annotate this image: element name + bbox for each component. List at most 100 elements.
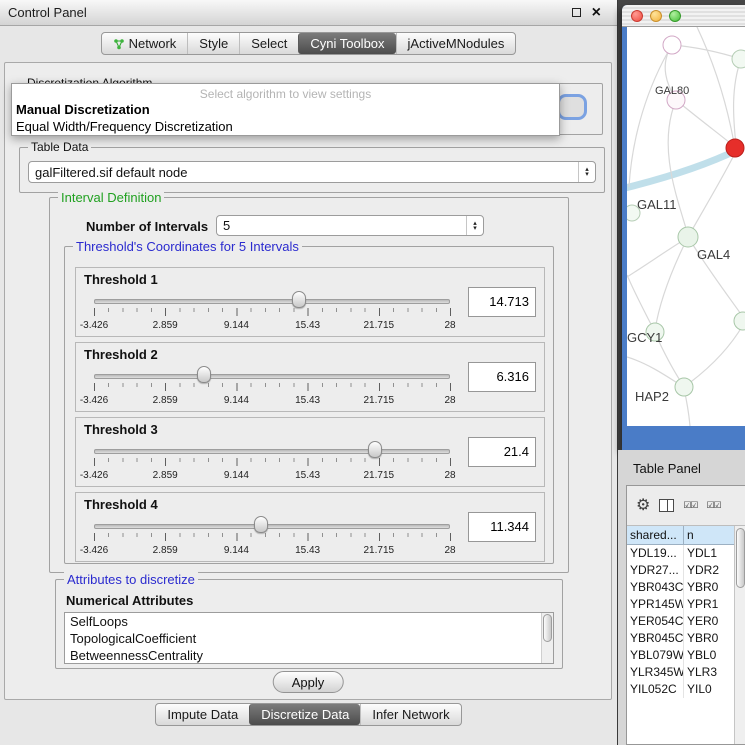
apply-button[interactable]: Apply (273, 671, 344, 693)
column-header-name[interactable]: n (684, 526, 734, 544)
gear-icon[interactable]: ⚙ (636, 498, 650, 514)
thresholds-group-title: Threshold's Coordinates for 5 Intervals (73, 239, 302, 254)
threshold-2-slider[interactable]: -3.4262.8599.14415.4321.71528 (94, 365, 450, 409)
selected-red-node (726, 139, 744, 157)
numerical-attributes-list[interactable]: SelfLoops TopologicalCoefficient Between… (64, 612, 554, 664)
threshold-1-value-field[interactable]: 14.713 (468, 287, 536, 317)
list-item-topologicalcoefficient[interactable]: TopologicalCoefficient (65, 630, 553, 647)
network-canvas[interactable]: GAL80 GAL11 GAL4 GCY1 HAP2 (627, 27, 745, 426)
tab-impute-data[interactable]: Impute Data (156, 704, 249, 725)
threshold-3-label: Threshold 3 (84, 422, 158, 437)
table-row[interactable]: YLR345WYLR3 (627, 664, 734, 681)
dropdown-option-equal-width-frequency[interactable]: Equal Width/Frequency Discretization (12, 118, 559, 135)
tab-network[interactable]: Network (102, 33, 188, 54)
combo-stepper-icon: ▴ ▾ (578, 162, 595, 182)
table-row[interactable]: YBR045CYBR0 (627, 630, 734, 647)
tab-select[interactable]: Select (239, 33, 298, 54)
table-toolbar: ⚙ ☑☑ ☑☑ (627, 486, 745, 526)
table-data-selected-value: galFiltered.sif default node (29, 165, 578, 180)
slider-track[interactable] (94, 374, 450, 379)
tab-style[interactable]: Style (187, 33, 239, 54)
numerical-attributes-label: Numerical Attributes (66, 593, 193, 608)
table-body: YDL19...YDL1 YDR27...YDR2 YBR043CYBR0 YP… (627, 545, 734, 744)
threshold-2-value-field[interactable]: 6.316 (468, 362, 536, 392)
number-of-intervals-select[interactable]: 5 ▴ ▾ (216, 215, 484, 236)
scrollbar-thumb[interactable] (736, 528, 745, 588)
table-row[interactable]: YDL19...YDL1 (627, 545, 734, 562)
table-row[interactable]: YIL052CYIL0 (627, 681, 734, 698)
table-vertical-scrollbar[interactable] (734, 526, 745, 744)
threshold-1-panel: Threshold 1 -3.4262.8599.14415.4321.7152… (75, 267, 545, 337)
close-traffic-light[interactable] (631, 10, 643, 22)
threshold-4-label: Threshold 4 (84, 497, 158, 512)
network-window-titlebar (622, 5, 745, 27)
tab-cyni-toolbox[interactable]: Cyni Toolbox (298, 33, 395, 54)
slider-track[interactable] (94, 299, 450, 304)
tab-infer-network[interactable]: Infer Network (360, 704, 460, 725)
interval-definition-group-title: Interval Definition (58, 190, 164, 205)
list-item-selfloops[interactable]: SelfLoops (65, 613, 553, 630)
window-title: Control Panel (0, 5, 572, 20)
control-panel-window: Control Panel × Network Style Select Cyn… (0, 0, 618, 745)
attributes-group: Attributes to discretize Numerical Attri… (55, 579, 563, 669)
threshold-2-label: Threshold 2 (84, 347, 158, 362)
dropdown-prompt: Select algorithm to view settings (12, 84, 559, 101)
slider-thumb[interactable] (368, 441, 382, 458)
slider-thumb[interactable] (254, 516, 268, 533)
algorithm-combo-focus-fragment[interactable] (557, 94, 587, 120)
table-row[interactable]: YBL079WYBL0 (627, 647, 734, 664)
threshold-1-label: Threshold 1 (84, 272, 158, 287)
slider-track[interactable] (94, 524, 450, 529)
tab-jactivemnodules[interactable]: jActiveMNodules (396, 33, 516, 54)
slider-major-ticks (94, 533, 452, 541)
slider-track[interactable] (94, 449, 450, 454)
slider-major-ticks (94, 458, 452, 466)
node-label-hap2: HAP2 (635, 389, 669, 404)
columns-icon[interactable] (659, 499, 674, 512)
table-data-group: Table Data galFiltered.sif default node … (19, 147, 605, 193)
select-all-checkboxes-icon[interactable]: ☑☑ (683, 500, 697, 511)
dropdown-option-manual-discretization[interactable]: Manual Discretization (12, 101, 559, 118)
top-tab-bar: Network Style Select Cyni Toolbox jActiv… (0, 32, 617, 55)
threshold-4-slider[interactable]: -3.4262.8599.14415.4321.71528 (94, 515, 450, 559)
close-window-button[interactable]: × (592, 5, 601, 21)
slider-major-ticks (94, 308, 452, 316)
threshold-1-slider[interactable]: -3.4262.8599.14415.4321.71528 (94, 290, 450, 334)
threshold-3-panel: Threshold 3 -3.4262.8599.14415.4321.7152… (75, 417, 545, 487)
slider-thumb[interactable] (197, 366, 211, 383)
column-header-shared-name[interactable]: shared... (627, 526, 684, 544)
threshold-4-panel: Threshold 4 -3.4262.8599.14415.4321.7152… (75, 492, 545, 562)
node-label-gal4: GAL4 (697, 247, 730, 262)
scrollbar-thumb[interactable] (543, 614, 552, 642)
table-row[interactable]: YDR27...YDR2 (627, 562, 734, 579)
threshold-4-value-field[interactable]: 11.344 (468, 512, 536, 542)
number-of-intervals-value: 5 (217, 218, 466, 233)
list-item-betweennesscentrality[interactable]: BetweennessCentrality (65, 647, 553, 664)
float-window-button[interactable] (572, 8, 581, 17)
table-data-group-title: Table Data (28, 140, 91, 154)
select-none-checkboxes-icon[interactable]: ☑☑ (706, 500, 720, 511)
node-label-gcy1: GCY1 (627, 330, 662, 345)
table-panel-title: Table Panel (633, 461, 701, 476)
threshold-3-value-field[interactable]: 21.4 (468, 437, 536, 467)
threshold-3-slider[interactable]: -3.4262.8599.14415.4321.71528 (94, 440, 450, 484)
thresholds-group: Threshold's Coordinates for 5 Intervals … (64, 246, 554, 564)
slider-thumb[interactable] (292, 291, 306, 308)
table-row[interactable]: YBR043CYBR0 (627, 579, 734, 596)
slider-scale-labels: -3.4262.8599.14415.4321.71528 (94, 320, 450, 332)
list-vertical-scrollbar[interactable] (541, 613, 553, 663)
network-view-window: GAL80 GAL11 GAL4 GCY1 HAP2 (622, 5, 745, 450)
interval-definition-group: Interval Definition Number of Intervals … (49, 197, 569, 573)
node-label-gal11: GAL11 (637, 197, 677, 212)
tab-discretize-data[interactable]: Discretize Data (249, 704, 360, 725)
table-row[interactable]: YER054CYER0 (627, 613, 734, 630)
zoom-traffic-light[interactable] (669, 10, 681, 22)
minimize-traffic-light[interactable] (650, 10, 662, 22)
table-row[interactable]: YPR145WYPR1 (627, 596, 734, 613)
network-icon (113, 38, 125, 50)
node-label-gal80: GAL80 (655, 85, 689, 97)
algorithm-dropdown-popup: Select algorithm to view settings Manual… (11, 83, 560, 136)
slider-scale-labels: -3.4262.8599.14415.4321.71528 (94, 545, 450, 557)
slider-major-ticks (94, 383, 452, 391)
table-data-select[interactable]: galFiltered.sif default node ▴ ▾ (28, 161, 596, 183)
